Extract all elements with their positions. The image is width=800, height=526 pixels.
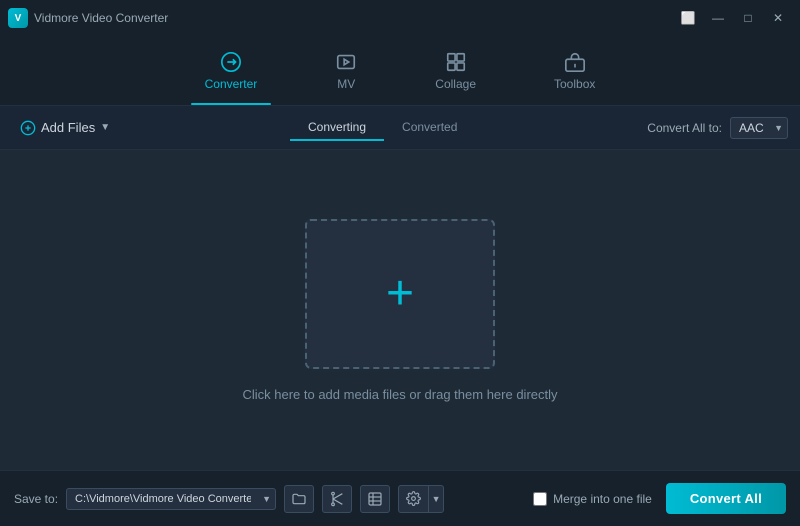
trim-icon-button[interactable] (360, 485, 390, 513)
minimize-button[interactable]: — (704, 7, 732, 29)
cut-icon (329, 491, 345, 507)
toolbox-icon (564, 51, 586, 73)
trim-icon (367, 491, 383, 507)
caption-button[interactable]: ⬜ (674, 7, 702, 29)
tab-mv[interactable]: MV (321, 45, 371, 97)
converter-icon (220, 51, 242, 73)
settings-icon (406, 491, 421, 506)
drop-zone[interactable]: + (305, 219, 495, 369)
title-bar-left: V Vidmore Video Converter (8, 8, 168, 28)
status-tabs: Converting Converted (290, 115, 475, 141)
browse-folder-button[interactable] (284, 485, 314, 513)
format-wrapper: AAC MP3 MP4 AVI MKV MOV ▼ (730, 117, 788, 139)
format-select[interactable]: AAC MP3 MP4 AVI MKV MOV (730, 117, 788, 139)
add-files-dropdown-arrow: ▼ (100, 122, 110, 133)
mv-icon (335, 51, 357, 73)
maximize-button[interactable]: □ (734, 7, 762, 29)
nav-tabs: Converter MV Collage Toolbox (0, 36, 800, 106)
convert-all-to: Convert All to: AAC MP3 MP4 AVI MKV MOV … (647, 117, 788, 139)
window-controls: ⬜ — □ ✕ (674, 7, 792, 29)
save-path-wrapper: C:\Vidmore\Vidmore Video Converter\Conve… (66, 488, 276, 510)
folder-icon (291, 491, 307, 507)
settings-button[interactable] (398, 485, 428, 513)
settings-dropdown-arrow[interactable]: ▼ (428, 485, 444, 513)
save-to-label: Save to: (14, 492, 58, 506)
tab-converter[interactable]: Converter (191, 45, 272, 97)
tab-toolbox[interactable]: Toolbox (540, 45, 609, 97)
status-tab-converted[interactable]: Converted (384, 115, 475, 141)
plus-circle-icon (20, 120, 36, 136)
app-icon: V (8, 8, 28, 28)
title-bar: V Vidmore Video Converter ⬜ — □ ✕ (0, 0, 800, 36)
drop-hint: Click here to add media files or drag th… (242, 387, 557, 402)
main-content: + Click here to add media files or drag … (0, 150, 800, 470)
cut-icon-button[interactable] (322, 485, 352, 513)
drop-zone-plus-icon: + (386, 270, 414, 318)
close-button[interactable]: ✕ (764, 7, 792, 29)
footer-right: Merge into one file Convert All (533, 483, 786, 514)
footer: Save to: C:\Vidmore\Vidmore Video Conver… (0, 470, 800, 526)
toolbar: Add Files ▼ Converting Converted Convert… (0, 106, 800, 150)
merge-label[interactable]: Merge into one file (553, 492, 652, 506)
status-tab-converting[interactable]: Converting (290, 115, 384, 141)
merge-checkbox[interactable] (533, 492, 547, 506)
collage-icon (445, 51, 467, 73)
add-files-button[interactable]: Add Files ▼ (12, 115, 118, 141)
merge-checkbox-wrapper: Merge into one file (533, 492, 652, 506)
tab-collage[interactable]: Collage (421, 45, 490, 97)
settings-button-group: ▼ (398, 485, 444, 513)
save-path-select[interactable]: C:\Vidmore\Vidmore Video Converter\Conve… (66, 488, 276, 510)
title-bar-title: Vidmore Video Converter (34, 11, 168, 25)
convert-all-button[interactable]: Convert All (666, 483, 786, 514)
